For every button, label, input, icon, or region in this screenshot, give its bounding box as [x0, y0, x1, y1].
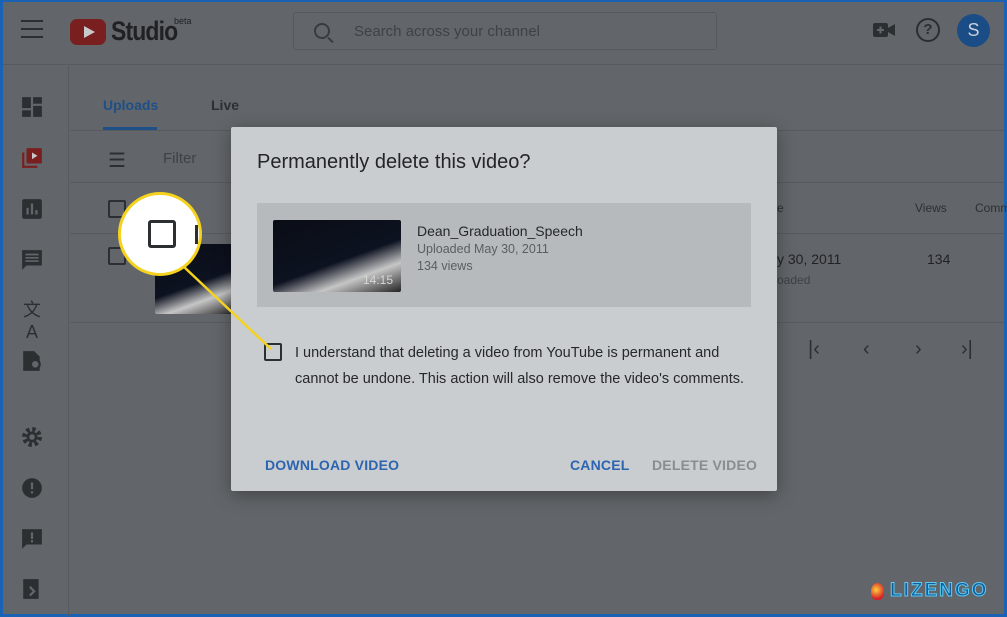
previous-page-icon[interactable]: ‹ — [863, 338, 870, 361]
search-box[interactable] — [293, 12, 717, 50]
top-bar: Studio beta ? S — [3, 2, 1004, 65]
video-duration: 14:15 — [362, 273, 393, 287]
youtube-studio-logo[interactable]: Studio beta — [70, 16, 192, 47]
translate-icon[interactable]: 文A — [21, 299, 43, 342]
filter-input[interactable]: Filter — [163, 150, 196, 167]
search-icon — [314, 23, 330, 39]
row-views: 134 — [927, 251, 951, 267]
cancel-button[interactable]: CANCEL — [570, 457, 630, 473]
first-page-icon[interactable]: |‹ — [808, 338, 820, 361]
column-header-views[interactable]: Views — [915, 201, 947, 215]
magnified-checkbox — [148, 220, 176, 248]
avatar[interactable]: S — [957, 14, 990, 47]
download-video-button[interactable]: DOWNLOAD VIDEO — [265, 457, 399, 473]
exit-icon[interactable] — [21, 578, 43, 600]
youtube-play-icon — [70, 18, 106, 45]
confirm-checkbox[interactable] — [264, 343, 282, 361]
settings-icon[interactable] — [21, 426, 43, 448]
confirm-checkbox-label[interactable]: I understand that deleting a video from … — [295, 341, 745, 392]
video-thumbnail: 14:15 — [273, 220, 401, 292]
help-icon[interactable]: ? — [916, 18, 940, 42]
sidebar: 文A — [3, 66, 69, 616]
magnified-edge — [195, 225, 198, 244]
dialog-title: Permanently delete this video? — [257, 151, 531, 173]
last-page-icon[interactable]: ›| — [961, 338, 973, 361]
filter-icon[interactable]: ☰ — [108, 148, 126, 173]
report-icon[interactable] — [21, 528, 43, 550]
checkbox-magnifier-callout — [118, 192, 202, 276]
video-summary: 14:15 Dean_Graduation_Speech Uploaded Ma… — [257, 203, 751, 307]
menu-icon[interactable] — [21, 20, 43, 38]
dashboard-icon[interactable] — [21, 96, 43, 118]
row-status: oaded — [777, 273, 811, 287]
video-title: Dean_Graduation_Speech — [417, 223, 583, 239]
lizengo-watermark: LIZENGO — [871, 580, 988, 602]
delete-video-button[interactable]: DELETE VIDEO — [652, 457, 757, 473]
bulb-logo-icon — [871, 582, 884, 600]
feedback-icon[interactable] — [21, 477, 43, 499]
videos-icon[interactable] — [21, 147, 43, 169]
tab-live[interactable]: Live — [211, 97, 239, 113]
video-upload-date: Uploaded May 30, 2011 — [417, 242, 549, 256]
delete-video-dialog: Permanently delete this video? 14:15 Dea… — [231, 127, 777, 491]
tab-uploads[interactable]: Uploads — [103, 97, 158, 113]
create-video-icon[interactable] — [873, 22, 895, 38]
watermark-text: LIZENGO — [889, 580, 989, 602]
column-header-date[interactable]: e — [777, 201, 784, 215]
next-page-icon[interactable]: › — [915, 338, 922, 361]
video-views: 134 views — [417, 259, 473, 273]
copyright-icon[interactable] — [21, 350, 43, 372]
comments-icon[interactable] — [21, 249, 43, 271]
analytics-icon[interactable] — [21, 198, 43, 220]
search-input[interactable] — [354, 22, 674, 40]
row-date: y 30, 2011 — [777, 251, 842, 267]
column-header-comments[interactable]: Comm — [975, 201, 1007, 215]
